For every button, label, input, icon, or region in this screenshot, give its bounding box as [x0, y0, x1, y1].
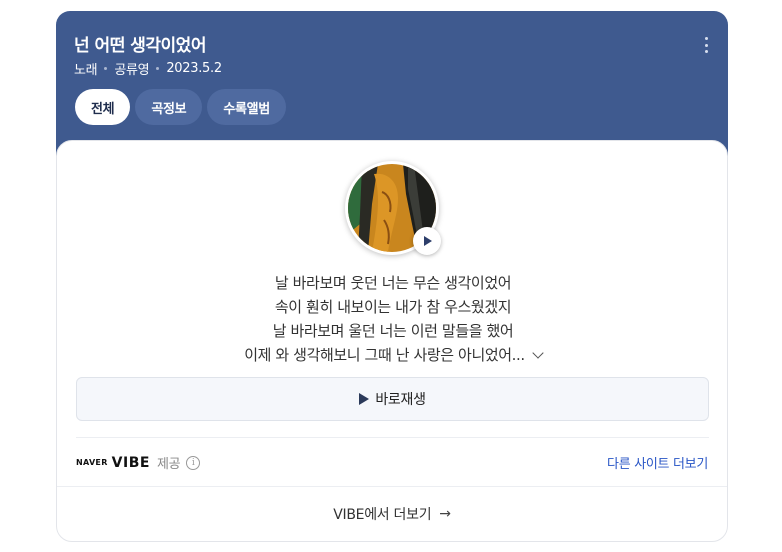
lyric-line-last: 이제 와 생각해보니 그때 난 사랑은 아니었어...: [244, 343, 544, 367]
tab-album[interactable]: 수록앨범: [207, 89, 286, 125]
meta-separator: [156, 67, 160, 70]
meta-artist[interactable]: 공류영: [114, 59, 149, 78]
tab-bar: 전체 곡정보 수록앨범: [75, 89, 286, 125]
other-sites-link[interactable]: 다른 사이트 더보기: [607, 453, 708, 472]
arrow-right-icon: →: [439, 506, 451, 522]
expand-chevron-icon[interactable]: [532, 347, 544, 359]
divider: [57, 486, 727, 487]
play-now-button[interactable]: 바로재생: [76, 377, 709, 421]
lyrics-preview: 날 바라보며 웃던 너는 무슨 생각이었어 속이 훤히 내보이는 내가 참 우스…: [57, 271, 729, 367]
song-meta: 노래 공류영 2023.5.2: [74, 59, 222, 78]
divider: [76, 437, 709, 438]
provider-info: NAVER VIBE 제공 i: [76, 453, 201, 472]
info-icon[interactable]: i: [186, 455, 201, 470]
music-card: 넌 어떤 생각이었어 노래 공류영 2023.5.2 전체 곡정보 수록앨범 날…: [56, 11, 728, 542]
tab-song-info[interactable]: 곡정보: [135, 89, 203, 125]
meta-type: 노래: [74, 63, 98, 78]
lyric-line: 이제 와 생각해보니 그때 난 사랑은 아니었어...: [244, 346, 525, 364]
vibe-more-link[interactable]: VIBE에서 더보기 →: [57, 499, 727, 529]
lyric-line: 날 바라보며 웃던 너는 무슨 생각이었어: [274, 274, 512, 292]
more-options-icon[interactable]: [700, 37, 712, 53]
play-icon: [359, 393, 370, 405]
lyric-line: 날 바라보며 울던 너는 이런 말들을 했어: [272, 322, 514, 340]
provided-label: 제공: [156, 457, 181, 472]
album-play-icon[interactable]: [413, 227, 441, 255]
album-cover[interactable]: [345, 161, 441, 255]
meta-date: 2023.5.2: [166, 61, 222, 76]
vibe-logo: VIBE: [111, 454, 150, 471]
song-title[interactable]: 넌 어떤 생각이었어: [74, 31, 206, 56]
vibe-more-label: VIBE에서 더보기: [333, 507, 432, 523]
naver-logo: NAVER: [76, 458, 108, 467]
card-body: 날 바라보며 웃던 너는 무슨 생각이었어 속이 훤히 내보이는 내가 참 우스…: [56, 140, 728, 542]
play-now-label: 바로재생: [375, 392, 426, 408]
tab-all[interactable]: 전체: [75, 89, 131, 125]
meta-separator: [104, 67, 108, 70]
lyric-line: 속이 훤히 내보이는 내가 참 우스웠겠지: [274, 298, 512, 316]
